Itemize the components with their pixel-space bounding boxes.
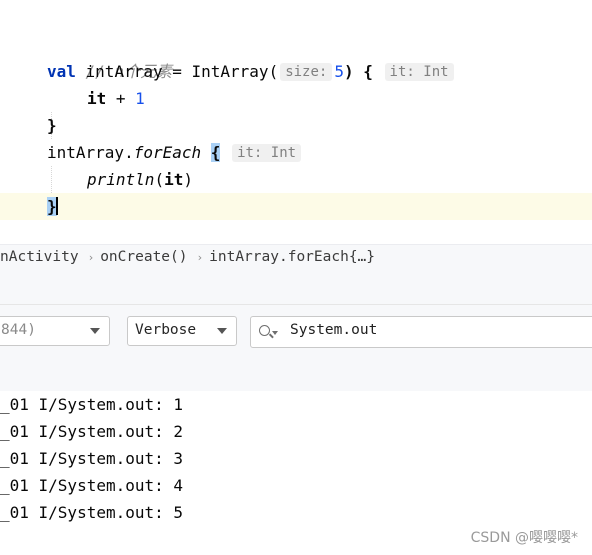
logcat-toolbar: 844) Verbose System.out (0, 304, 592, 392)
paren-close: ) (183, 170, 193, 189)
code-editor[interactable]: // n个元素 val intArray = IntArray(size: 5) … (0, 0, 592, 244)
chevron-down-icon (217, 328, 227, 334)
receiver-text: intArray. (47, 143, 134, 162)
breadcrumb: nActivity › onCreate() › intArray.forEach{…} (0, 244, 592, 271)
code-line-comment: // n个元素 (47, 31, 173, 81)
code-line-lambda-body: it + 1 (87, 85, 145, 112)
println-fn: println (87, 170, 155, 189)
log-line: _01 I/System.out: 1 (0, 395, 184, 414)
breadcrumb-item[interactable]: onCreate() (100, 249, 187, 265)
log-line: _01 I/System.out: 4 (0, 476, 184, 495)
log-line: _01 I/System.out: 2 (0, 422, 184, 441)
log-line: _01 I/System.out: 5 (0, 503, 184, 522)
breadcrumb-item[interactable]: nActivity (0, 249, 79, 265)
logcat-search-field[interactable]: System.out (250, 316, 592, 348)
it-keyword: it (87, 89, 107, 108)
declaration-text: intArray = IntArray( (75, 62, 279, 81)
matched-brace-open: { (210, 143, 221, 162)
chevron-right-icon: › (196, 251, 204, 264)
text-caret (55, 197, 58, 215)
plus-operator: + (106, 89, 136, 108)
type-hint-it: it: Int (232, 144, 302, 162)
foreach-fn: forEach (133, 143, 202, 162)
code-line-declaration: val intArray = IntArray(size: 5) { it: In… (47, 58, 456, 85)
chevron-down-icon (272, 331, 278, 335)
process-value: 844) (1, 322, 36, 338)
paren-open: ( (154, 170, 165, 189)
code-line-println: println(it) (87, 166, 193, 193)
chevron-down-icon (90, 328, 100, 334)
log-line: _01 I/System.out: 3 (0, 449, 184, 468)
logcat-header (0, 271, 592, 304)
code-line-foreach: intArray.forEach { it: Int (47, 139, 303, 166)
keyword-val: val (47, 62, 76, 81)
param-hint-size: size: (280, 63, 333, 81)
code-line-final-brace: } (47, 193, 58, 220)
number-one: 1 (135, 89, 145, 108)
code-line-close-brace: } (47, 116, 57, 135)
size-number: 5 (334, 62, 344, 81)
log-level-value: Verbose (135, 322, 197, 338)
watermark: CSDN @嘤嘤嘤* (470, 530, 578, 546)
type-hint-it: it: Int (384, 63, 454, 81)
chevron-right-icon: › (87, 251, 95, 264)
indent-guide (51, 166, 52, 193)
log-level-dropdown[interactable]: Verbose (127, 316, 237, 346)
breadcrumb-item[interactable]: intArray.forEach{…} (209, 249, 375, 265)
process-dropdown[interactable]: 844) (0, 316, 110, 346)
lambda-open: ) { (344, 62, 373, 81)
current-line-highlight (0, 193, 592, 220)
search-input[interactable]: System.out (290, 317, 377, 344)
search-icon[interactable] (259, 325, 270, 336)
it-argument: it (164, 170, 184, 189)
